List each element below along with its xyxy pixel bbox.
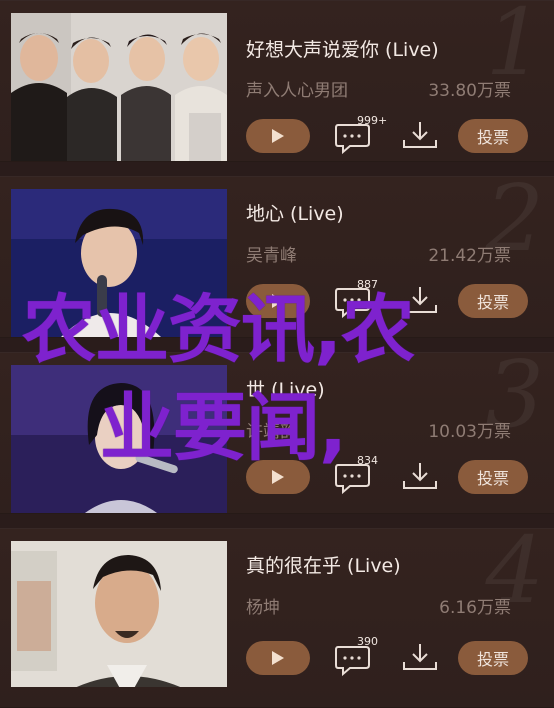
song-title[interactable]: 世 (Live): [246, 375, 325, 402]
song-title[interactable]: 真的很在乎 (Live): [246, 551, 401, 578]
download-icon: [403, 122, 437, 148]
play-button[interactable]: [246, 284, 310, 318]
vote-count: 21.42万票: [428, 246, 511, 266]
play-button[interactable]: [246, 119, 310, 153]
song-cover-image[interactable]: [11, 189, 227, 337]
play-icon: [272, 470, 284, 484]
song-title[interactable]: 地心 (Live): [246, 199, 344, 226]
song-cover-image[interactable]: [11, 13, 227, 161]
download-icon: [403, 463, 437, 489]
comment-button[interactable]: [334, 285, 374, 325]
song-card-2[interactable]: 2 地心 (Live) 吴青峰 21.42万票 887 投票: [0, 173, 554, 338]
comment-button[interactable]: [334, 121, 374, 161]
play-icon: [272, 294, 284, 308]
comment-count: 834: [357, 454, 378, 467]
song-card-1[interactable]: 1 好想大声说爱你 (Live) 声入人心男团 33.80万票 999+ 投票: [0, 0, 554, 162]
vote-button[interactable]: 投票: [458, 284, 528, 318]
song-title[interactable]: 好想大声说爱你 (Live): [246, 35, 439, 62]
vote-count: 33.80万票: [428, 81, 511, 101]
comment-count: 999+: [357, 114, 388, 127]
download-button[interactable]: [401, 642, 439, 682]
play-icon: [272, 651, 284, 665]
play-button[interactable]: [246, 460, 310, 494]
artist-name[interactable]: 杨坤: [246, 593, 280, 618]
download-button[interactable]: [401, 120, 439, 160]
comment-button[interactable]: [334, 643, 374, 683]
comment-button[interactable]: [334, 461, 374, 501]
comment-count: 887: [357, 278, 378, 291]
vote-button[interactable]: 投票: [458, 119, 528, 153]
song-cover-image[interactable]: [11, 365, 227, 513]
vote-count: 6.16万票: [439, 598, 511, 618]
download-icon: [403, 287, 437, 313]
artist-name[interactable]: 吴青峰: [246, 241, 297, 266]
song-cover-image[interactable]: [11, 541, 227, 687]
download-button[interactable]: [401, 461, 439, 501]
song-card-4[interactable]: 4 真的很在乎 (Live) 杨坤 6.16万票 390 投票: [0, 525, 554, 708]
artist-name[interactable]: 许靖韵: [246, 417, 297, 442]
download-button[interactable]: [401, 285, 439, 325]
play-button[interactable]: [246, 641, 310, 675]
download-icon: [403, 644, 437, 670]
play-icon: [272, 129, 284, 143]
artist-name[interactable]: 声入人心男团: [246, 76, 348, 101]
comment-icon: [335, 646, 370, 677]
comment-count: 390: [357, 635, 378, 648]
vote-button[interactable]: 投票: [458, 641, 528, 675]
vote-button[interactable]: 投票: [458, 460, 528, 494]
song-card-3[interactable]: 3 世 (Live) 许靖韵 10.03万票 834 投票: [0, 349, 554, 514]
vote-count: 10.03万票: [428, 422, 511, 442]
